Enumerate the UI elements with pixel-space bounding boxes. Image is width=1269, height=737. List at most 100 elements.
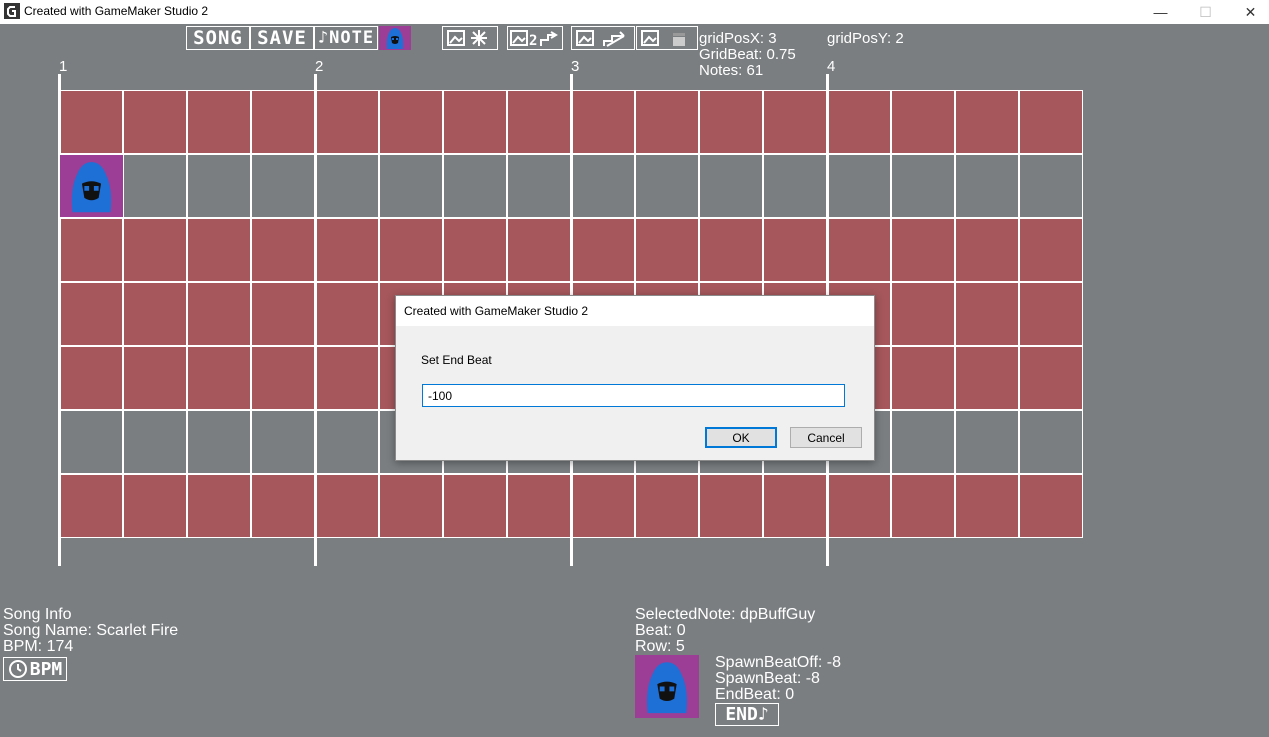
grid-cell[interactable] bbox=[187, 154, 251, 218]
grid-cell[interactable] bbox=[891, 90, 955, 154]
maximize-button[interactable]: ☐ bbox=[1183, 0, 1228, 24]
grid-cell[interactable] bbox=[187, 218, 251, 282]
grid-cell[interactable] bbox=[251, 346, 315, 410]
grid-cell[interactable] bbox=[123, 410, 187, 474]
grid-cell[interactable] bbox=[955, 282, 1019, 346]
grid-cell[interactable] bbox=[699, 90, 763, 154]
grid-cell[interactable] bbox=[507, 474, 571, 538]
grid-cell[interactable] bbox=[1019, 410, 1083, 474]
grid-cell[interactable] bbox=[955, 218, 1019, 282]
grid-cell[interactable] bbox=[123, 154, 187, 218]
grid-cell[interactable] bbox=[123, 474, 187, 538]
cancel-button[interactable]: Cancel bbox=[790, 427, 862, 448]
grid-cell[interactable] bbox=[507, 90, 571, 154]
placed-note[interactable] bbox=[60, 155, 123, 217]
grid-cell[interactable] bbox=[59, 282, 123, 346]
grid-cell[interactable] bbox=[1019, 346, 1083, 410]
ok-button[interactable]: OK bbox=[705, 427, 777, 448]
grid-cell[interactable] bbox=[827, 154, 891, 218]
grid-cell[interactable] bbox=[507, 154, 571, 218]
grid-cell[interactable] bbox=[763, 90, 827, 154]
grid-cell[interactable] bbox=[763, 474, 827, 538]
song-button[interactable]: SONG bbox=[186, 26, 250, 50]
grid-cell[interactable] bbox=[891, 282, 955, 346]
grid-cell[interactable] bbox=[315, 410, 379, 474]
grid-cell[interactable] bbox=[59, 474, 123, 538]
grid-cell[interactable] bbox=[187, 410, 251, 474]
grid-cell[interactable] bbox=[59, 90, 123, 154]
grid-cell[interactable] bbox=[315, 474, 379, 538]
grid-cell[interactable] bbox=[251, 282, 315, 346]
grid-cell[interactable] bbox=[955, 474, 1019, 538]
grid-cell[interactable] bbox=[187, 346, 251, 410]
grid-cell[interactable] bbox=[507, 218, 571, 282]
grid-cell[interactable] bbox=[955, 346, 1019, 410]
grid-cell[interactable] bbox=[59, 218, 123, 282]
save-button[interactable]: SAVE bbox=[250, 26, 314, 50]
grid-cell[interactable] bbox=[571, 90, 635, 154]
grid-cell[interactable] bbox=[379, 218, 443, 282]
grid-cell[interactable] bbox=[187, 90, 251, 154]
grid-cell[interactable] bbox=[443, 218, 507, 282]
stairs-tool[interactable] bbox=[571, 26, 635, 50]
grid-cell[interactable] bbox=[1019, 90, 1083, 154]
note-type-selector[interactable] bbox=[379, 26, 411, 50]
bpm-button[interactable]: BPM bbox=[3, 657, 67, 681]
grid-cell[interactable] bbox=[59, 346, 123, 410]
grid-cell[interactable] bbox=[955, 410, 1019, 474]
grid-cell[interactable] bbox=[1019, 282, 1083, 346]
grid-cell[interactable] bbox=[315, 154, 379, 218]
end-beat-input[interactable] bbox=[422, 384, 845, 407]
grid-cell[interactable] bbox=[443, 90, 507, 154]
grid-cell[interactable] bbox=[827, 90, 891, 154]
grid-cell[interactable] bbox=[891, 474, 955, 538]
grid-cell[interactable] bbox=[827, 218, 891, 282]
grid-cell[interactable] bbox=[571, 474, 635, 538]
grid-cell[interactable] bbox=[955, 154, 1019, 218]
grid-cell[interactable] bbox=[699, 218, 763, 282]
grid-cell[interactable] bbox=[123, 90, 187, 154]
grid-cell[interactable] bbox=[251, 90, 315, 154]
grid-cell[interactable] bbox=[379, 154, 443, 218]
grid-cell[interactable] bbox=[955, 90, 1019, 154]
grid-cell[interactable] bbox=[443, 154, 507, 218]
grid-cell[interactable] bbox=[1019, 154, 1083, 218]
grid-cell[interactable] bbox=[635, 90, 699, 154]
minimize-button[interactable]: — bbox=[1138, 0, 1183, 24]
grid-cell[interactable] bbox=[315, 218, 379, 282]
grid-cell[interactable] bbox=[251, 474, 315, 538]
grid-cell[interactable] bbox=[315, 346, 379, 410]
grid-cell[interactable] bbox=[315, 90, 379, 154]
drum-tool[interactable] bbox=[636, 26, 698, 50]
grid-cell[interactable] bbox=[891, 410, 955, 474]
grid-cell[interactable] bbox=[891, 346, 955, 410]
background-tool[interactable] bbox=[442, 26, 498, 50]
close-button[interactable]: ✕ bbox=[1228, 0, 1269, 24]
grid-cell[interactable] bbox=[187, 474, 251, 538]
grid-cell[interactable] bbox=[635, 154, 699, 218]
grid-cell[interactable] bbox=[763, 218, 827, 282]
grid-cell[interactable] bbox=[891, 154, 955, 218]
grid-cell[interactable] bbox=[59, 410, 123, 474]
note-button[interactable]: ♪NOTE bbox=[314, 26, 378, 50]
grid-cell[interactable] bbox=[571, 218, 635, 282]
grid-cell[interactable] bbox=[379, 474, 443, 538]
grid-cell[interactable] bbox=[251, 410, 315, 474]
grid-cell[interactable] bbox=[123, 282, 187, 346]
grid-cell[interactable] bbox=[699, 154, 763, 218]
grid-cell[interactable] bbox=[251, 218, 315, 282]
grid-cell[interactable] bbox=[187, 282, 251, 346]
grid-cell[interactable] bbox=[1019, 474, 1083, 538]
grid-cell[interactable] bbox=[251, 154, 315, 218]
grid-cell[interactable] bbox=[763, 154, 827, 218]
grid-cell[interactable] bbox=[1019, 218, 1083, 282]
grid-cell[interactable] bbox=[571, 154, 635, 218]
grid-cell[interactable] bbox=[635, 474, 699, 538]
end-beat-button[interactable]: END♪ bbox=[715, 703, 779, 726]
grid-cell[interactable] bbox=[123, 346, 187, 410]
grid-cell[interactable] bbox=[827, 474, 891, 538]
grid-cell[interactable] bbox=[699, 474, 763, 538]
grid-cell[interactable] bbox=[635, 218, 699, 282]
grid-cell[interactable] bbox=[891, 218, 955, 282]
grid-cell[interactable] bbox=[379, 90, 443, 154]
